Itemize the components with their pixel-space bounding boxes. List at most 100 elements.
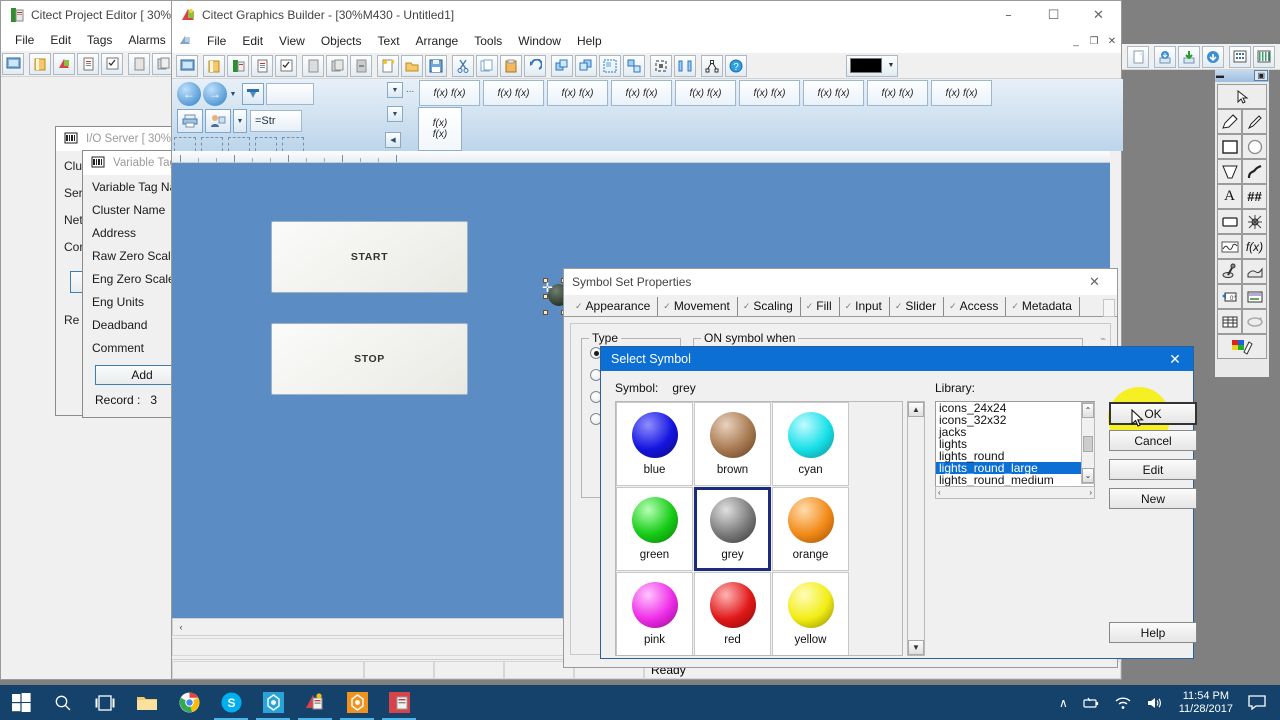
download-icon[interactable]: [1178, 45, 1200, 68]
button-tool[interactable]: [1217, 209, 1242, 234]
open-icon[interactable]: [401, 54, 423, 77]
wifi-icon[interactable]: [1107, 696, 1139, 710]
wizard-icon[interactable]: ⌁: [1100, 334, 1106, 345]
symbol-cell-red[interactable]: red: [694, 572, 771, 655]
graphics-builder-toolbar[interactable]: ? ▼: [172, 53, 1121, 79]
close-button[interactable]: ✕: [1072, 268, 1117, 296]
upload-icon[interactable]: [1202, 45, 1224, 68]
scroll-left-icon[interactable]: ‹: [938, 488, 941, 497]
symbol-cell-grey[interactable]: grey: [694, 487, 771, 571]
citect-explorer-icon[interactable]: [252, 685, 294, 720]
mdi-window-controls[interactable]: _ ❐ ✕: [1067, 33, 1121, 49]
cancel-button[interactable]: Cancel: [1109, 430, 1197, 451]
close-button[interactable]: ✕: [1157, 347, 1193, 371]
menu-window[interactable]: Window: [510, 32, 569, 50]
symbol-cell-orange[interactable]: orange: [772, 487, 849, 571]
scroll-left-icon[interactable]: ‹: [173, 622, 189, 632]
pipe-tool[interactable]: [1242, 159, 1267, 184]
minimize-button[interactable]: –: [986, 1, 1031, 29]
close-button[interactable]: ✕: [1076, 1, 1121, 29]
save-icon[interactable]: [425, 54, 447, 77]
drawing-tool-palette[interactable]: ▬ ▣ A ## f(x) 0°: [1214, 68, 1270, 378]
symbol-tool[interactable]: [1242, 259, 1267, 284]
align-icon[interactable]: [650, 54, 672, 77]
mdi-close-button[interactable]: ✕: [1103, 33, 1121, 49]
import-icon[interactable]: [1154, 45, 1176, 68]
tab-slider[interactable]: ✓ Slider: [890, 297, 945, 316]
genie-expression-field[interactable]: =Str: [250, 110, 302, 132]
project-editor-icon[interactable]: [227, 54, 249, 77]
copy-icon[interactable]: [476, 54, 498, 77]
genie-tile[interactable]: f(x) f(x): [675, 80, 736, 106]
symbol-cell-cyan[interactable]: cyan: [772, 402, 849, 486]
cycle-tool[interactable]: [1242, 309, 1267, 334]
grid-small-icon[interactable]: [1229, 45, 1251, 68]
new-project-icon[interactable]: [176, 54, 198, 77]
genie-tile[interactable]: f(x) f(x): [419, 80, 480, 106]
citect-project-editor-icon[interactable]: [294, 685, 336, 720]
page-new-icon[interactable]: [302, 54, 324, 77]
palette-minimize-icon[interactable]: ▬: [1216, 71, 1224, 80]
tab-appearance[interactable]: ✓ Appearance: [570, 297, 659, 316]
tab-access[interactable]: ✓ Access: [944, 297, 1007, 316]
menu-edit[interactable]: Edit: [234, 32, 271, 50]
symbol-cell-green[interactable]: green: [616, 487, 693, 571]
page-delete-icon[interactable]: [350, 54, 372, 77]
list-icon[interactable]: [275, 54, 297, 77]
genie-tile[interactable]: f(x) f(x): [931, 80, 992, 106]
search-icon[interactable]: [42, 685, 84, 720]
tab-input[interactable]: ✓ Input: [840, 297, 890, 316]
genie-scroll-down-icon[interactable]: ▼: [387, 106, 403, 122]
scroll-thumb[interactable]: [1083, 436, 1093, 452]
dialog-scroll-up[interactable]: [1103, 299, 1115, 317]
ellipse-tool[interactable]: [1242, 134, 1267, 159]
taskbar-clock[interactable]: 11:54 PM 11/28/2017: [1171, 690, 1241, 716]
fill-color-picker[interactable]: ▼: [846, 54, 898, 77]
number-tool[interactable]: ##: [1242, 184, 1267, 209]
rectangle-tool[interactable]: [1217, 134, 1242, 159]
menu-text[interactable]: Text: [370, 32, 408, 50]
new-button[interactable]: New: [1109, 488, 1197, 509]
bring-to-front-icon[interactable]: [551, 54, 573, 77]
group-icon[interactable]: [599, 54, 621, 77]
graphics-builder-right-toolbar[interactable]: [1122, 44, 1280, 70]
task-view-icon[interactable]: [84, 685, 126, 720]
genie-scroll-left-icon[interactable]: ◀: [385, 132, 401, 148]
genie-scroll-up-icon[interactable]: ▼: [387, 82, 403, 98]
graphics-builder-menubar[interactable]: File Edit View Objects Text Arrange Tool…: [172, 29, 1121, 53]
symbol-cell-brown[interactable]: brown: [694, 402, 771, 486]
stop-button-object[interactable]: STOP: [271, 323, 468, 395]
symbol-grid[interactable]: blue brown cyan green grey orange pink r…: [615, 401, 903, 656]
palette-tools[interactable]: A ## f(x) 0°: [1215, 82, 1269, 361]
maximize-button[interactable]: ☐: [1031, 1, 1076, 29]
checklist-icon[interactable]: [101, 52, 123, 75]
scroll-up-icon[interactable]: ⌃: [1082, 403, 1094, 418]
genie-tile[interactable]: f(x) f(x): [803, 80, 864, 106]
pointer-tool[interactable]: [1217, 84, 1267, 109]
genie-tile[interactable]: f(x) f(x): [547, 80, 608, 106]
tab-metadata[interactable]: ✓ Metadata: [1006, 297, 1080, 316]
page-properties-icon[interactable]: [251, 54, 273, 77]
symbol-set-properties-controls[interactable]: ✕: [1072, 268, 1117, 296]
nav-dropdown-icon[interactable]: ▼: [227, 91, 239, 98]
windows-taskbar[interactable]: S ∧ 11:54 PM 11/28/2017: [0, 685, 1280, 720]
genie-tile[interactable]: f(x) f(x): [483, 80, 544, 106]
system-tray[interactable]: ∧ 11:54 PM 11/28/2017: [1052, 685, 1280, 720]
page-export-icon[interactable]: [1127, 45, 1149, 68]
symbol-cell-yellow[interactable]: yellow: [772, 572, 849, 655]
volume-icon[interactable]: [1139, 696, 1171, 710]
citect-runtime-icon[interactable]: [336, 685, 378, 720]
print-button[interactable]: [177, 109, 203, 133]
distribute-icon[interactable]: [674, 54, 696, 77]
library-horizontal-scrollbar[interactable]: ‹ ›: [935, 486, 1095, 499]
home-page-button[interactable]: [242, 83, 264, 105]
tab-scaling[interactable]: ✓ Scaling: [738, 297, 801, 316]
scroll-right-icon[interactable]: ›: [1089, 488, 1092, 497]
edit-button[interactable]: Edit: [1109, 459, 1197, 480]
node-edit-icon[interactable]: [701, 54, 723, 77]
help-button[interactable]: Help: [1109, 622, 1197, 643]
genie-tile-selected[interactable]: f(x) f(x): [418, 107, 462, 151]
table-tool[interactable]: [1217, 309, 1242, 334]
symbol-set-properties-tabs[interactable]: ✓ Appearance ✓ Movement ✓ Scaling ✓ Fill…: [564, 295, 1117, 317]
graphics-builder-window-controls[interactable]: – ☐ ✕: [986, 1, 1121, 29]
